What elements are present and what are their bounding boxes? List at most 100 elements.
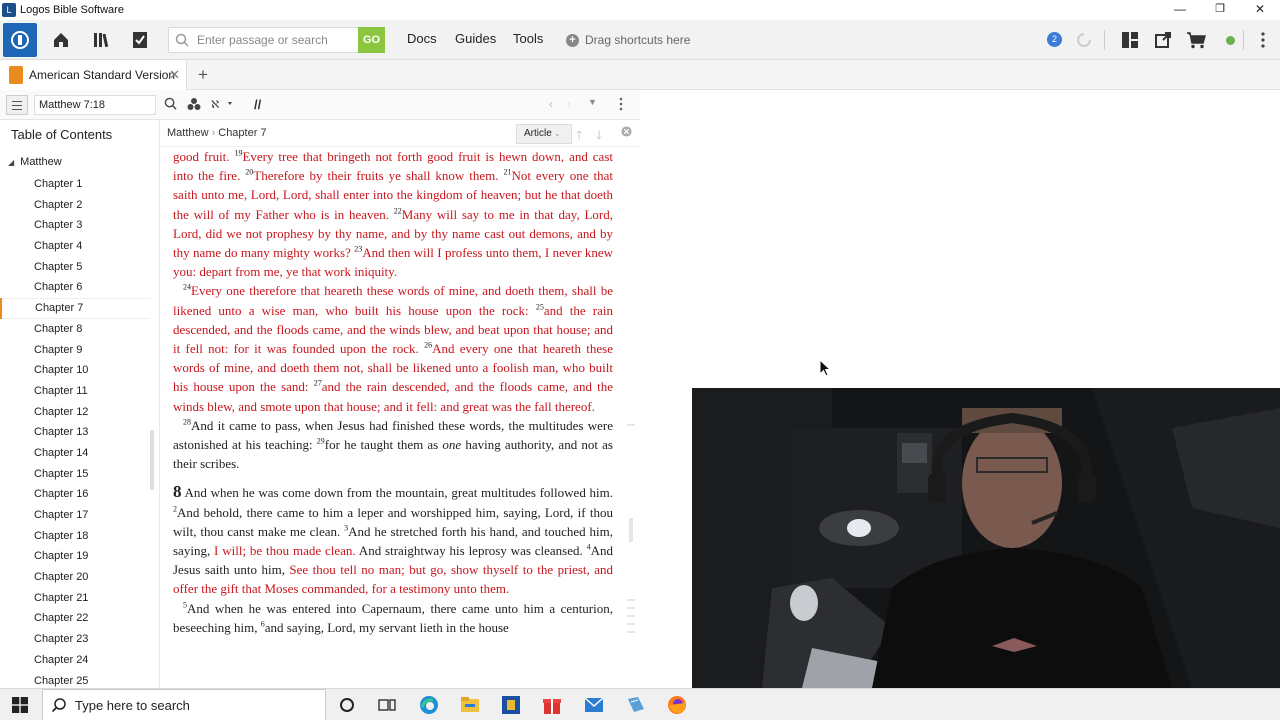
verse-text: and saying, Lord, my servant lieth in th… — [264, 619, 509, 635]
toc-chapter-item[interactable]: Chapter 10 — [0, 360, 150, 381]
toc-chapter-item[interactable]: Chapter 22 — [0, 608, 150, 629]
verse-number[interactable]: 25 — [536, 302, 544, 311]
sync-icon[interactable] — [1073, 29, 1095, 51]
toc-chapter-item[interactable]: Chapter 17 — [0, 505, 150, 526]
chapter-number: 8 — [173, 482, 182, 502]
toc-chapter-item[interactable]: Chapter 23 — [0, 629, 150, 650]
go-button[interactable]: GO — [358, 27, 385, 53]
logos-home-logo-icon[interactable] — [3, 23, 37, 57]
toc-scrollbar[interactable] — [150, 430, 154, 490]
file-explorer-icon[interactable] — [459, 694, 481, 716]
verse-number[interactable]: 24 — [183, 283, 191, 292]
arrow-down-icon[interactable]: 🡓 — [596, 126, 602, 147]
collapse-triangle-icon[interactable]: ◢ — [8, 158, 14, 167]
book-icon — [9, 66, 23, 84]
interlinear-icon[interactable]: ℵ — [211, 97, 233, 114]
mouse-cursor-icon — [819, 359, 831, 377]
verse-number[interactable]: 27 — [314, 379, 322, 388]
gift-app-icon[interactable] — [541, 694, 563, 716]
tab-close-icon[interactable]: ✕ — [169, 67, 180, 83]
toc-chapter-item[interactable]: Chapter 11 — [0, 381, 150, 402]
library-icon[interactable] — [91, 29, 113, 51]
toc-chapter-item[interactable]: Chapter 6 — [0, 277, 150, 298]
parallel-resources-icon[interactable]: // — [254, 97, 261, 112]
reader-header: Matthew › Chapter 7 Article ⌄ 🡑 🡓 — [160, 120, 640, 147]
edge-browser-icon[interactable] — [418, 694, 440, 716]
menu-docs[interactable]: Docs — [407, 31, 437, 46]
panel-more-icon[interactable] — [619, 97, 623, 114]
reader-scrollbar[interactable] — [626, 150, 636, 680]
search-icon[interactable] — [164, 97, 177, 113]
bible-paragraph: good fruit. 19Every tree that bringeth n… — [173, 147, 613, 281]
toc-chapter-item[interactable]: Chapter 5 — [0, 257, 150, 278]
toc-chapter-item[interactable]: Chapter 16 — [0, 484, 150, 505]
shortcuts-bar[interactable]: + Drag shortcuts here — [566, 33, 690, 47]
toc-chapter-item[interactable]: Chapter 14 — [0, 443, 150, 464]
toc-chapter-item[interactable]: Chapter 1 — [0, 174, 150, 195]
search-input[interactable]: Enter passage or search — [168, 27, 358, 53]
verse-number[interactable]: 23 — [354, 245, 362, 254]
main-toolbar: Enter passage or search GO Docs Guides T… — [0, 20, 1280, 60]
arrow-up-icon[interactable]: 🡑 — [576, 126, 582, 147]
checklist-icon[interactable] — [129, 29, 151, 51]
visual-filters-icon[interactable] — [187, 97, 201, 114]
toc-chapter-item[interactable]: Chapter 15 — [0, 464, 150, 485]
verse-number[interactable]: 29 — [317, 437, 325, 446]
history-dropdown-icon[interactable]: ▼ — [588, 97, 597, 107]
add-tab-button[interactable]: + — [198, 65, 208, 85]
empty-workspace[interactable] — [640, 90, 1280, 388]
verse-number[interactable]: 26 — [424, 341, 432, 350]
breadcrumb-chapter[interactable]: Chapter 7 — [218, 127, 266, 139]
panel-menu-icon[interactable] — [1152, 29, 1174, 51]
tab-bar: American Standard Version ✕ + — [0, 60, 1280, 90]
toc-chapter-item[interactable]: Chapter 13 — [0, 422, 150, 443]
restore-button[interactable]: ❐ — [1200, 0, 1240, 20]
toc-chapter-item[interactable]: Chapter 2 — [0, 195, 150, 216]
mail-icon[interactable] — [583, 694, 605, 716]
taskbar-search[interactable]: Type here to search — [42, 689, 326, 720]
verse-number[interactable]: 22 — [394, 206, 402, 215]
panel-menu-button[interactable] — [6, 95, 28, 115]
verse-text: And straightway his leprosy was cleansed… — [355, 543, 587, 559]
tab-american-standard-version[interactable]: American Standard Version ✕ — [0, 60, 187, 90]
toc-chapter-item[interactable]: Chapter 7 — [0, 298, 150, 319]
toc-book-label: Matthew — [20, 156, 62, 168]
toc-chapter-item[interactable]: Chapter 4 — [0, 236, 150, 257]
layouts-icon[interactable] — [1119, 29, 1141, 51]
close-circle-icon[interactable] — [621, 126, 632, 140]
home-icon[interactable] — [50, 29, 72, 51]
reference-box[interactable]: Matthew 7:18 — [34, 95, 156, 115]
toc-chapter-item[interactable]: Chapter 20 — [0, 567, 150, 588]
minimize-button[interactable]: — — [1160, 0, 1200, 20]
menu-guides[interactable]: Guides — [455, 31, 496, 46]
more-menu-icon[interactable] — [1252, 29, 1274, 51]
view-mode-dropdown[interactable]: Article ⌄ — [516, 124, 572, 144]
forward-icon[interactable]: › — [567, 97, 571, 111]
toc-chapter-item[interactable]: Chapter 9 — [0, 340, 150, 361]
taskbar-search-placeholder: Type here to search — [75, 697, 190, 713]
toc-chapter-item[interactable]: Chapter 8 — [0, 319, 150, 340]
firefox-icon[interactable] — [666, 694, 688, 716]
toc-chapter-item[interactable]: Chapter 24 — [0, 650, 150, 671]
toc-chapter-item[interactable]: Chapter 12 — [0, 402, 150, 423]
toc-chapter-item[interactable]: Chapter 18 — [0, 526, 150, 547]
back-icon[interactable]: ‹ — [549, 97, 553, 111]
toc-chapter-item[interactable]: Chapter 25 — [0, 671, 150, 689]
close-button[interactable]: ✕ — [1240, 0, 1280, 20]
document-app-icon[interactable] — [625, 694, 647, 716]
task-view-icon[interactable] — [376, 694, 398, 716]
verse-number[interactable]: 28 — [183, 418, 191, 427]
breadcrumb-book[interactable]: Matthew — [167, 127, 209, 139]
logos-taskbar-icon[interactable] — [500, 694, 522, 716]
account-status-icon[interactable] — [1226, 36, 1235, 45]
notifications-badge[interactable]: 2 — [1047, 32, 1062, 47]
windows-start-icon[interactable] — [9, 694, 31, 716]
toc-book-matthew[interactable]: ◢ Matthew — [8, 156, 62, 168]
toolbar-divider — [1104, 30, 1105, 50]
toc-chapter-item[interactable]: Chapter 3 — [0, 215, 150, 236]
toc-chapter-item[interactable]: Chapter 19 — [0, 546, 150, 567]
menu-tools[interactable]: Tools — [513, 31, 543, 46]
toc-chapter-item[interactable]: Chapter 21 — [0, 588, 150, 609]
cortana-icon[interactable] — [336, 694, 358, 716]
cart-icon[interactable] — [1185, 29, 1207, 51]
